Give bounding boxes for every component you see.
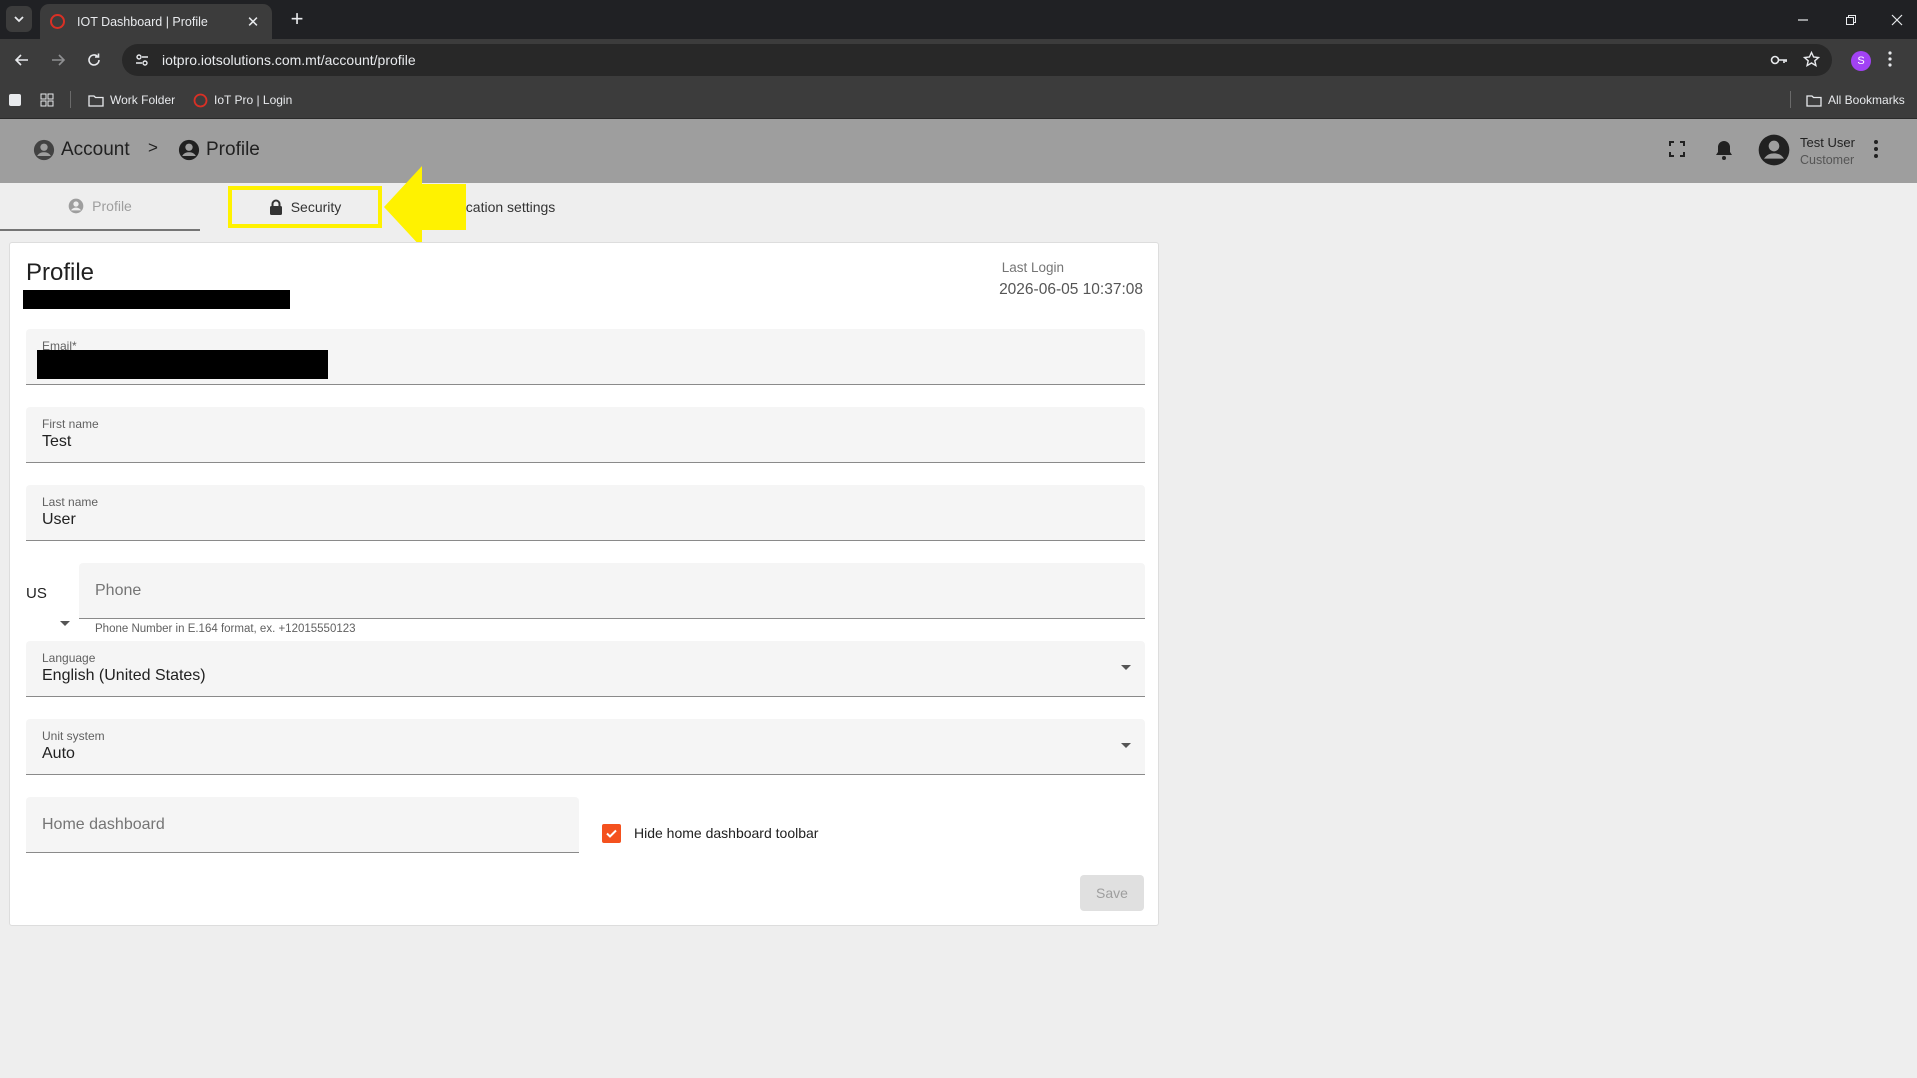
close-window-icon[interactable] <box>1882 7 1912 33</box>
save-button[interactable]: Save <box>1080 875 1144 911</box>
new-tab-button[interactable]: + <box>284 7 310 33</box>
phone-placeholder: Phone <box>95 582 142 599</box>
country-code-select[interactable]: US <box>26 585 47 602</box>
phone-hint: Phone Number in E.164 format, ex. +12015… <box>95 623 356 635</box>
hide-toolbar-label: Hide home dashboard toolbar <box>634 825 819 841</box>
account-circle-icon <box>68 198 84 214</box>
apps-grid-icon[interactable] <box>40 90 54 110</box>
last-login-value: 2026-06-05 10:37:08 <box>999 281 1143 298</box>
first-name-value: Test <box>42 433 72 450</box>
profile-tabs: Profile Security otification settings <box>0 183 1917 231</box>
first-name-label: First name <box>42 417 99 431</box>
last-login-label: Last Login <box>1001 260 1064 275</box>
app-header: Account > Profile <box>0 119 1917 183</box>
browser-menu-icon[interactable] <box>1888 51 1892 72</box>
more-vert-icon[interactable] <box>1873 139 1879 159</box>
user-role: Customer <box>1800 153 1855 167</box>
tab-profile[interactable]: Profile <box>0 183 200 231</box>
folder-icon <box>88 94 104 107</box>
bookmark-label: Work Folder <box>110 93 176 107</box>
annotation-arrow-icon <box>384 166 466 248</box>
password-key-icon[interactable] <box>1770 51 1788 69</box>
tab-security[interactable]: Security <box>228 186 382 228</box>
home-dashboard-input[interactable]: Home dashboard <box>26 797 579 853</box>
profile-card: Profile Last Login 2026-06-05 10:37:08 E… <box>9 242 1159 926</box>
chevron-down-icon[interactable] <box>60 621 70 626</box>
bookmark-star-icon[interactable] <box>1803 51 1820 68</box>
tab-search-button[interactable] <box>6 6 32 32</box>
email-field[interactable]: Email* <box>26 329 1145 385</box>
browser-tab-title: IOT Dashboard | Profile <box>77 14 208 29</box>
language-select[interactable]: Language English (United States) <box>26 641 1145 697</box>
back-icon[interactable] <box>8 46 36 74</box>
close-tab-icon[interactable]: ✕ <box>244 13 262 31</box>
breadcrumb-label: Profile <box>206 139 260 160</box>
tab-groups-icon[interactable] <box>8 90 22 110</box>
breadcrumb-account[interactable]: Account <box>33 139 130 161</box>
page-title: Profile <box>26 259 95 286</box>
last-name-label: Last name <box>42 495 99 509</box>
site-favicon-icon <box>193 93 208 108</box>
language-value: English (United States) <box>42 667 206 684</box>
browser-profile-avatar[interactable]: S <box>1851 51 1871 71</box>
redacted-email <box>37 350 328 379</box>
check-icon <box>606 829 617 838</box>
bookmark-iot-pro-login[interactable]: IoT Pro | Login <box>193 90 292 110</box>
fullscreen-icon[interactable] <box>1667 139 1687 159</box>
chevron-down-icon <box>1121 743 1131 748</box>
bookmarks-divider <box>1790 91 1791 108</box>
user-avatar-icon[interactable] <box>1758 134 1790 171</box>
minimize-icon[interactable] <box>1788 7 1818 33</box>
last-name-field[interactable]: Last name User <box>26 485 1145 541</box>
site-favicon-icon <box>50 14 65 29</box>
all-bookmarks-button[interactable]: All Bookmarks <box>1806 90 1905 110</box>
account-circle-icon <box>33 139 55 161</box>
address-bar[interactable]: iotpro.iotsolutions.com.mt/account/profi… <box>122 44 1832 76</box>
phone-input[interactable]: Phone <box>79 563 1145 619</box>
bookmarks-divider <box>70 91 71 108</box>
chevron-down-icon <box>14 16 24 23</box>
bookmark-work-folder[interactable]: Work Folder <box>88 90 175 110</box>
site-settings-icon[interactable] <box>134 52 150 68</box>
language-label: Language <box>42 651 96 665</box>
browser-toolbar: iotpro.iotsolutions.com.mt/account/profi… <box>0 39 1917 80</box>
unit-system-label: Unit system <box>42 729 105 743</box>
tab-label: Security <box>290 199 342 215</box>
last-name-value: User <box>42 511 76 528</box>
notifications-bell-icon[interactable] <box>1714 139 1734 161</box>
redacted-block <box>23 290 290 309</box>
bookmark-label: IoT Pro | Login <box>214 93 293 107</box>
forward-icon[interactable] <box>44 46 72 74</box>
user-name: Test User <box>1800 135 1855 150</box>
hide-toolbar-checkbox[interactable] <box>602 824 621 843</box>
bookmarks-bar: Work Folder IoT Pro | Login All Bookmark… <box>0 80 1917 119</box>
restore-icon[interactable] <box>1836 7 1866 33</box>
all-bookmarks-label: All Bookmarks <box>1828 93 1905 107</box>
account-circle-icon <box>178 139 200 161</box>
home-dashboard-placeholder: Home dashboard <box>42 816 165 833</box>
breadcrumb-profile: Profile <box>178 139 260 161</box>
browser-tabstrip: IOT Dashboard | Profile ✕ + <box>0 0 1917 39</box>
chevron-down-icon <box>1121 665 1131 670</box>
unit-system-value: Auto <box>42 745 75 762</box>
browser-tab[interactable]: IOT Dashboard | Profile ✕ <box>40 4 272 39</box>
lock-icon <box>269 199 283 215</box>
breadcrumb-label: Account <box>61 139 130 160</box>
tab-label: Profile <box>92 198 132 214</box>
first-name-field[interactable]: First name Test <box>26 407 1145 463</box>
url-text: iotpro.iotsolutions.com.mt/account/profi… <box>162 52 416 68</box>
unit-system-select[interactable]: Unit system Auto <box>26 719 1145 775</box>
breadcrumb-separator: > <box>148 138 158 157</box>
folder-icon <box>1806 94 1822 107</box>
reload-icon[interactable] <box>80 46 108 74</box>
